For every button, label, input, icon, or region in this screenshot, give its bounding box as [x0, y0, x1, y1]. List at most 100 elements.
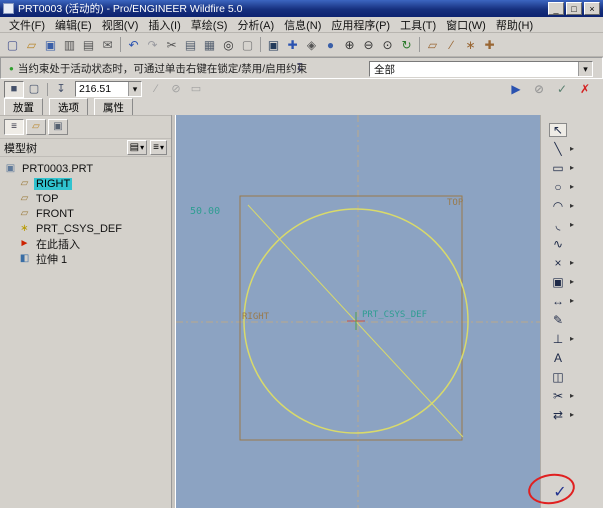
save-button[interactable]: ▣ — [41, 35, 60, 54]
maximize-button[interactable]: □ — [566, 2, 582, 15]
resume-button[interactable]: ▶ — [506, 80, 526, 97]
constraint-filter-combo[interactable]: 全部 ▾ — [369, 61, 593, 77]
cancel-button[interactable]: ✗ — [575, 80, 595, 97]
circle-tool[interactable]: ○ ▸ — [541, 177, 603, 196]
save-copy-button[interactable]: ▤ — [79, 35, 98, 54]
flyout-arrow-icon[interactable]: ▸ — [567, 277, 577, 286]
tree-item-top-plane[interactable]: ▱ TOP — [0, 191, 171, 206]
menu-item[interactable]: 工具(T) — [395, 16, 441, 34]
menu-item[interactable]: 文件(F) — [4, 16, 50, 34]
top-plane-label[interactable]: TOP — [447, 198, 464, 208]
flip-direction-button[interactable]: ∕ — [146, 81, 166, 98]
datum-planes-toggle[interactable]: ▱ — [423, 35, 442, 54]
dashboard-tab[interactable]: 放置 — [4, 98, 43, 117]
menu-item[interactable]: 编辑(E) — [50, 16, 97, 34]
modify-tool[interactable]: ✎ — [541, 310, 603, 329]
spin-center-button[interactable]: ✚ — [283, 35, 302, 54]
arc-tool[interactable]: ◠ ▸ — [541, 196, 603, 215]
palette-tool[interactable]: ◫ — [541, 367, 603, 386]
flyout-arrow-icon[interactable]: ▸ — [567, 201, 577, 210]
sketch-done-button[interactable]: ✓ — [546, 482, 574, 502]
right-plane-label[interactable]: RIGHT — [242, 312, 270, 322]
favorites-tab[interactable]: ▣ — [48, 119, 68, 135]
menu-item[interactable]: 分析(A) — [232, 16, 279, 34]
graphics-area[interactable]: 50.00 TOP RIGHT PRT_CSYS_DEF — [176, 115, 540, 508]
flyout-arrow-icon[interactable]: ▸ — [567, 163, 577, 172]
open-file-button[interactable]: ▱ — [22, 35, 41, 54]
flyout-arrow-icon[interactable]: ▸ — [567, 391, 577, 400]
menu-item[interactable]: 插入(I) — [143, 16, 185, 34]
csys-label[interactable]: PRT_CSYS_DEF — [362, 310, 427, 320]
zoom-out-button[interactable]: ⊖ — [359, 35, 378, 54]
tree-item-front-plane[interactable]: ▱ FRONT — [0, 206, 171, 221]
depth-value-input[interactable] — [76, 82, 128, 96]
model-display-button[interactable]: ▣ — [264, 35, 283, 54]
trim-tool[interactable]: ✂ ▸ — [541, 386, 603, 405]
cut-button[interactable]: ✂ — [162, 35, 181, 54]
menu-item[interactable]: 帮助(H) — [491, 16, 538, 34]
menu-item[interactable]: 草绘(S) — [186, 16, 233, 34]
text-tool[interactable]: A — [541, 348, 603, 367]
minimize-button[interactable]: _ — [548, 2, 564, 15]
tree-item-insert-here[interactable]: ► 在此插入 — [0, 236, 171, 251]
chevron-down-icon[interactable]: ▾ — [578, 62, 592, 76]
email-button[interactable]: ✉ — [98, 35, 117, 54]
flyout-arrow-icon[interactable]: ▸ — [567, 220, 577, 229]
flyout-arrow-icon[interactable]: ▸ — [567, 296, 577, 305]
dashboard-tab[interactable]: 属性 — [94, 98, 133, 117]
select-filter-button[interactable]: ▢ — [238, 35, 257, 54]
flyout-arrow-icon[interactable]: ▸ — [567, 334, 577, 343]
depth-value-field[interactable]: ▾ — [75, 81, 142, 97]
flyout-arrow-icon[interactable]: ▸ — [567, 258, 577, 267]
new-file-button[interactable]: ▢ — [3, 35, 22, 54]
dashboard-tab[interactable]: 选项 — [49, 98, 88, 117]
solid-toggle[interactable]: ■ — [4, 81, 24, 98]
shade-button[interactable]: ● — [321, 35, 340, 54]
tree-show-button[interactable]: ▤ ▾ — [127, 140, 147, 155]
datum-points-toggle[interactable]: ∗ — [461, 35, 480, 54]
flyout-arrow-icon[interactable]: ▸ — [567, 182, 577, 191]
close-button[interactable]: × — [584, 2, 600, 15]
print-button[interactable]: ▥ — [60, 35, 79, 54]
surface-toggle[interactable]: ▢ — [24, 81, 44, 98]
dimension-tool[interactable]: ↔ ▸ — [541, 291, 603, 310]
remove-material-button[interactable]: ⊘ — [166, 81, 186, 98]
select-tool[interactable]: ↖ — [541, 120, 603, 139]
model-tree-tab[interactable]: ≡ — [4, 119, 24, 135]
rectangle-tool[interactable]: ▭ ▸ — [541, 158, 603, 177]
apply-button[interactable]: ✓ — [552, 80, 572, 97]
folder-browser-tab[interactable]: ▱ — [26, 119, 46, 135]
refit-button[interactable]: ⊙ — [378, 35, 397, 54]
saved-views-button[interactable]: ◈ — [302, 35, 321, 54]
chevron-down-icon[interactable]: ▾ — [128, 82, 141, 96]
tree-item-part[interactable]: ▣ PRT0003.PRT — [0, 161, 171, 176]
copy-button[interactable]: ▤ — [181, 35, 200, 54]
flyout-arrow-icon[interactable]: ▸ — [567, 410, 577, 419]
thicken-sketch-button[interactable]: ▭ — [186, 81, 206, 98]
tree-settings-button[interactable]: ≡ ▾ — [150, 140, 167, 155]
fillet-tool[interactable]: ◟ ▸ — [541, 215, 603, 234]
preview-button[interactable]: ⊘ — [529, 80, 549, 97]
point-tool[interactable]: × ▸ — [541, 253, 603, 272]
repaint-button[interactable]: ↻ — [397, 35, 416, 54]
mirror-tool[interactable]: ⇄ ▸ — [541, 405, 603, 424]
tree-item-right-plane[interactable]: ▱ RIGHT — [0, 176, 171, 191]
search-button[interactable]: ◎ — [219, 35, 238, 54]
zoom-in-button[interactable]: ⊕ — [340, 35, 359, 54]
tree-item-csys[interactable]: ∗ PRT_CSYS_DEF — [0, 221, 171, 236]
spline-tool[interactable]: ∿ — [541, 234, 603, 253]
dimension-value-label[interactable]: 50.00 — [190, 206, 220, 217]
paste-button[interactable]: ▦ — [200, 35, 219, 54]
csys-display-toggle[interactable]: ✚ — [480, 35, 499, 54]
undo-button[interactable]: ↶ — [124, 35, 143, 54]
menu-item[interactable]: 窗口(W) — [441, 16, 491, 34]
depth-option-button[interactable]: ↧ — [51, 81, 71, 98]
datum-axes-toggle[interactable]: ∕ — [442, 35, 461, 54]
menu-item[interactable]: 视图(V) — [97, 16, 144, 34]
menu-item[interactable]: 信息(N) — [279, 16, 326, 34]
tree-item-extrude[interactable]: ◧ 拉伸 1 — [0, 251, 171, 266]
flyout-arrow-icon[interactable]: ▸ — [567, 144, 577, 153]
menu-item[interactable]: 应用程序(P) — [326, 16, 395, 34]
use-edge-tool[interactable]: ▣ ▸ — [541, 272, 603, 291]
redo-button[interactable]: ↷ — [143, 35, 162, 54]
